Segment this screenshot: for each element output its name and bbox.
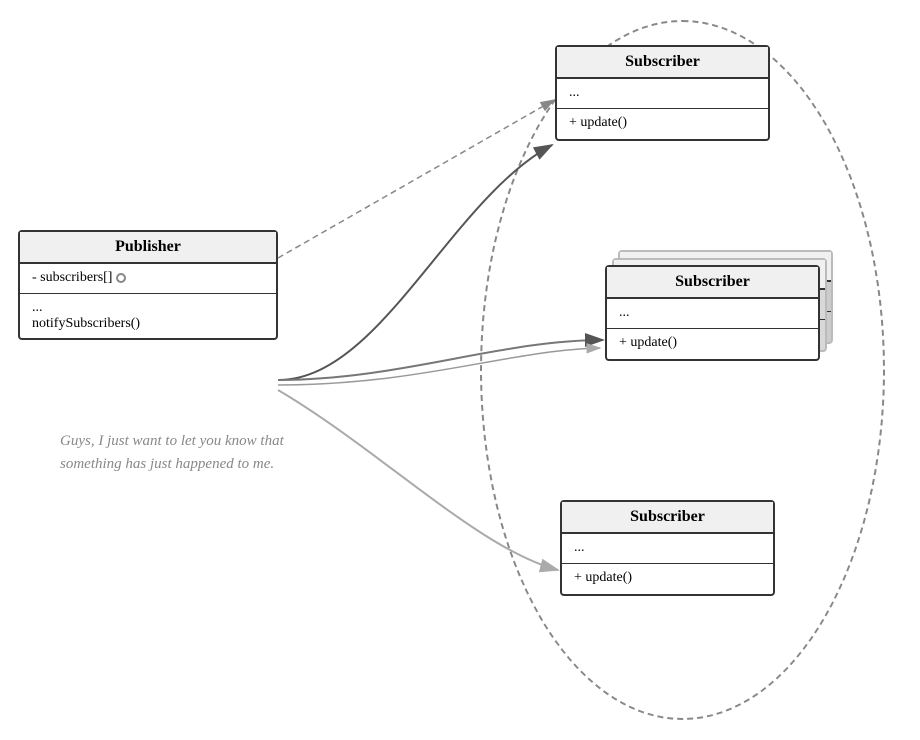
subscriber-top-method: + update() xyxy=(557,109,768,139)
publisher-field1: - subscribers[] xyxy=(20,264,276,294)
subscriber-mid-method: + update() xyxy=(607,329,818,359)
publisher-field2: ... notifySubscribers() xyxy=(20,294,276,338)
publisher-title: Publisher xyxy=(20,232,276,264)
subscriber-bot-method: + update() xyxy=(562,564,773,594)
subscriber-mid-field: ... xyxy=(607,299,818,329)
subscriber-mid-box: Subscriber ... + update() xyxy=(605,265,820,361)
publisher-box: Publisher - subscribers[] ... notifySubs… xyxy=(18,230,278,340)
subscriber-bot-title: Subscriber xyxy=(562,502,773,534)
association-circle xyxy=(116,273,126,283)
subscriber-bot-box: Subscriber ... + update() xyxy=(560,500,775,596)
quote-text: Guys, I just want to let you know that s… xyxy=(60,430,310,475)
subscriber-top-field: ... xyxy=(557,79,768,109)
subscriber-top-title: Subscriber xyxy=(557,47,768,79)
subscriber-mid-title: Subscriber xyxy=(607,267,818,299)
diagram-container: Publisher - subscribers[] ... notifySubs… xyxy=(0,0,920,740)
subscriber-bot-field: ... xyxy=(562,534,773,564)
subscriber-top-box: Subscriber ... + update() xyxy=(555,45,770,141)
